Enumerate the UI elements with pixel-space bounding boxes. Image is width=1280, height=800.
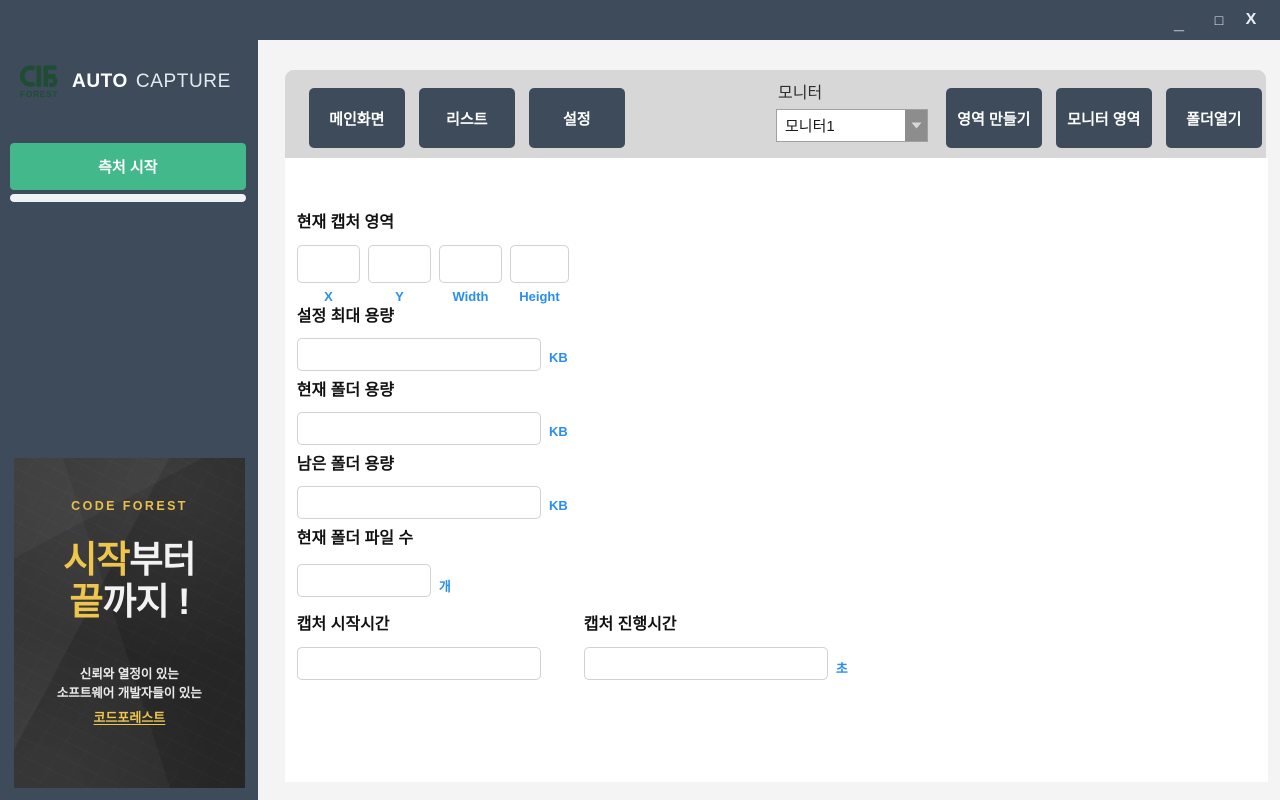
- close-button[interactable]: X: [1230, 0, 1272, 40]
- file-count-title: 현재 폴더 파일 수: [297, 530, 414, 547]
- chevron-down-icon[interactable]: [905, 110, 927, 141]
- ad-headline-white-2: 까지 !: [102, 580, 191, 622]
- ad-body-line-1: 신뢰와 열정이 있는: [80, 666, 179, 681]
- code-forest-logo-icon: FOREST: [20, 65, 58, 99]
- logo-caption: FOREST: [20, 89, 58, 99]
- open-folder-button[interactable]: 폴더열기: [1166, 88, 1262, 148]
- ad-body-text: 신뢰와 열정이 있는 소프트웨어 개발자들이 있는: [57, 665, 202, 704]
- toolbar: 메인화면 리스트 설정 모니터 모니터1 영역 만들기 모니터 영역 폴더열기: [285, 70, 1266, 166]
- file-count-unit: 개: [439, 579, 451, 594]
- ad-headline: 시작부터 끝까지 !: [63, 539, 197, 623]
- brand-header: FOREST AUTO CAPTURE: [16, 62, 231, 102]
- capture-x-input[interactable]: [297, 245, 360, 283]
- ad-headline-line2: 끝까지 !: [63, 581, 195, 623]
- remaining-folder-size-input[interactable]: [297, 486, 541, 519]
- capture-width-label: Width: [452, 289, 489, 304]
- ad-headline-gold-2: 끝: [69, 580, 104, 622]
- tab-main-screen[interactable]: 메인화면: [309, 88, 405, 148]
- current-folder-size-title: 현재 폴더 용량: [297, 382, 395, 399]
- start-time-title: 캡처 시작시간: [297, 616, 390, 633]
- brand-title: AUTO CAPTURE: [72, 71, 231, 93]
- advertisement-banner[interactable]: CODE FOREST 시작부터 끝까지 ! 신뢰와 열정이 있는 소프트웨어 …: [14, 458, 245, 788]
- capture-width-input[interactable]: [439, 245, 502, 283]
- capture-height-label: Height: [519, 289, 560, 304]
- max-size-unit: KB: [549, 350, 568, 365]
- capture-height-input[interactable]: [510, 245, 569, 283]
- brand-capture-text: CAPTURE: [135, 71, 231, 92]
- monitor-selected-value: 모니터1: [785, 118, 835, 135]
- capture-y-input[interactable]: [368, 245, 431, 283]
- monitor-label: 모니터: [778, 85, 823, 102]
- minimize-button[interactable]: _: [1158, 0, 1200, 40]
- title-bar: _ □ X: [0, 0, 1280, 40]
- application-window: _ □ X FOREST AUTO CAPTURE 측처 시작 CODE FOR…: [0, 0, 1280, 800]
- current-folder-size-input[interactable]: [297, 412, 541, 445]
- make-area-button[interactable]: 영역 만들기: [946, 88, 1042, 148]
- max-size-title: 설정 최대 용량: [297, 308, 395, 325]
- start-capture-button[interactable]: 측처 시작: [10, 143, 246, 190]
- tab-settings[interactable]: 설정: [529, 88, 625, 148]
- ad-headline-line1: 시작부터: [63, 539, 197, 581]
- elapsed-time-unit: 초: [836, 661, 848, 676]
- tab-list[interactable]: 리스트: [419, 88, 515, 148]
- remaining-folder-size-title: 남은 폴더 용량: [297, 456, 395, 473]
- elapsed-time-title: 캡처 진행시간: [584, 616, 677, 633]
- max-size-input[interactable]: [297, 338, 541, 371]
- monitor-select[interactable]: 모니터1: [776, 109, 928, 142]
- elapsed-time-input[interactable]: [584, 647, 828, 680]
- ad-kicker-text: CODE FOREST: [71, 499, 188, 513]
- sidebar: FOREST AUTO CAPTURE 측처 시작 CODE FOREST 시작부…: [0, 40, 258, 800]
- start-time-input[interactable]: [297, 647, 541, 680]
- ad-body-line-2: 소프트웨어 개발자들이 있는: [57, 685, 202, 700]
- ad-brand-text: 코드포레스트: [93, 710, 166, 726]
- ad-headline-white-1: 부터: [129, 539, 197, 580]
- monitor-area-button[interactable]: 모니터 영역: [1056, 88, 1152, 148]
- capture-area-title: 현재 캡처 영역: [297, 214, 395, 231]
- file-count-input[interactable]: [297, 564, 431, 597]
- remaining-folder-size-unit: KB: [549, 498, 568, 513]
- capture-progress-bar[interactable]: [10, 194, 246, 202]
- current-folder-size-unit: KB: [549, 424, 568, 439]
- monitor-selector-group: 모니터 모니터1: [776, 86, 928, 142]
- brand-auto-text: AUTO: [72, 71, 128, 92]
- ad-content: CODE FOREST 시작부터 끝까지 ! 신뢰와 열정이 있는 소프트웨어 …: [14, 458, 245, 788]
- content-area: 메인화면 리스트 설정 모니터 모니터1 영역 만들기 모니터 영역 폴더열기 …: [258, 40, 1280, 800]
- ad-headline-gold-1: 시작: [63, 539, 130, 580]
- main-panel: 현재 캡처 영역 X Y Width Height 설정 최대 용량 KB 현재…: [285, 158, 1268, 782]
